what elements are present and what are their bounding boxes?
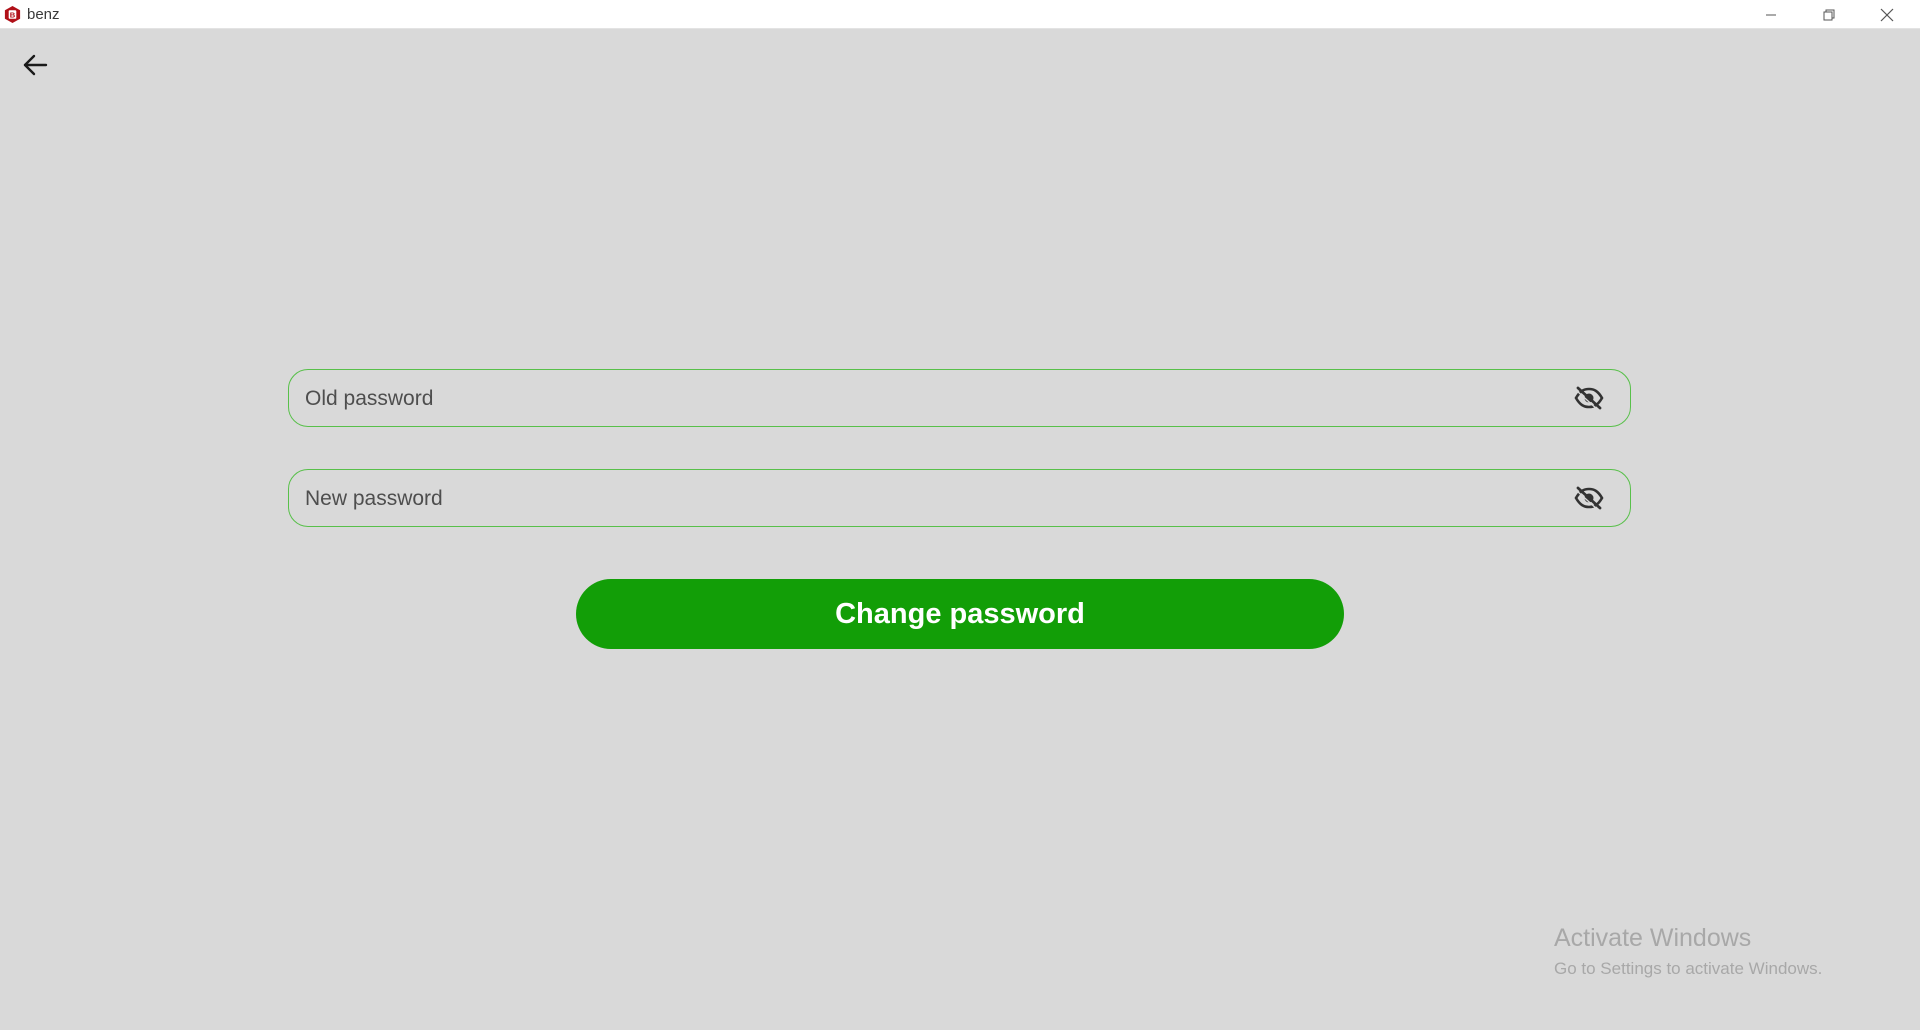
eye-off-icon: [1574, 386, 1604, 410]
restore-icon: [1823, 9, 1835, 20]
new-password-input[interactable]: [303, 470, 1547, 528]
app-logo-icon: B: [4, 5, 21, 24]
arrow-left-icon: [23, 54, 48, 76]
old-password-visibility-toggle[interactable]: [1574, 385, 1604, 411]
close-icon: [1880, 8, 1894, 21]
watermark-title: Activate Windows: [1554, 924, 1752, 952]
title-bar: B benz: [0, 0, 1920, 29]
minimize-icon: [1766, 14, 1776, 15]
window-title: benz: [27, 6, 60, 23]
old-password-input[interactable]: [303, 370, 1547, 428]
new-password-visibility-toggle[interactable]: [1574, 485, 1604, 511]
activation-watermark: Activate Windows Go to Settings to activ…: [1554, 924, 1822, 979]
old-password-field: [288, 369, 1631, 428]
watermark-subtitle: Go to Settings to activate Windows.: [1554, 959, 1823, 978]
minimize-button[interactable]: [1742, 0, 1800, 29]
svg-text:B: B: [10, 11, 16, 20]
new-password-field: [288, 469, 1631, 528]
restore-button[interactable]: [1800, 0, 1858, 29]
change-password-button[interactable]: Change password: [576, 579, 1344, 649]
close-button[interactable]: [1858, 0, 1916, 29]
eye-off-icon: [1574, 486, 1604, 510]
back-button[interactable]: [18, 50, 52, 80]
